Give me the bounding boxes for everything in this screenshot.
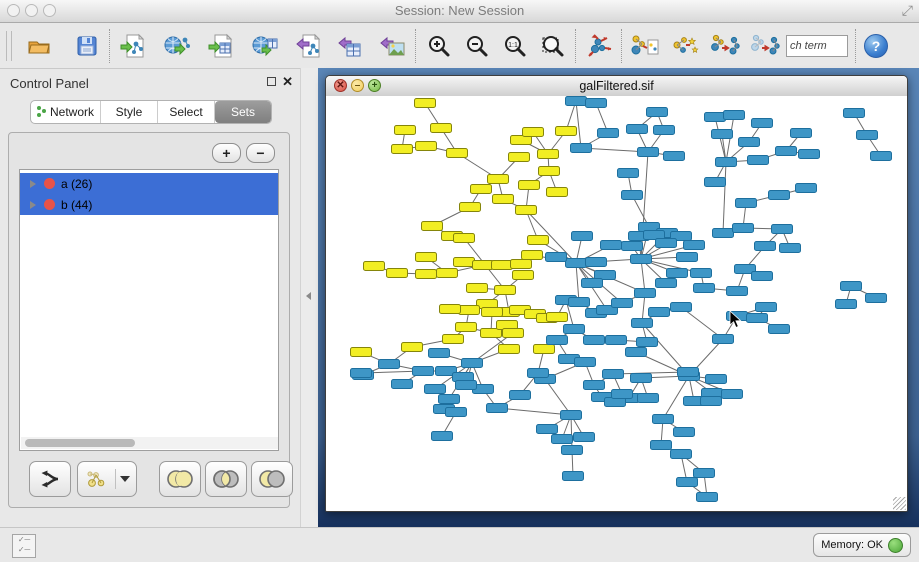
help-icon[interactable]: ?: [864, 34, 888, 58]
control-panel: Control Panel ✕ Network Style Select Set…: [0, 68, 300, 528]
split-sets-button[interactable]: [29, 461, 71, 497]
add-set-button[interactable]: +: [212, 143, 241, 163]
network-tab-icon: [37, 106, 46, 118]
scrollbar-thumb[interactable]: [25, 439, 135, 447]
import-table-database-icon[interactable]: [250, 30, 280, 62]
memory-label: Memory: OK: [821, 539, 883, 551]
union-button[interactable]: [159, 461, 201, 497]
network-window-title: galFiltered.sif: [326, 79, 907, 93]
task-history-icon[interactable]: ✓─✓─: [12, 534, 36, 558]
status-bar: ✓─✓─ Memory: OK: [0, 527, 919, 562]
tab-select[interactable]: Select: [158, 101, 215, 123]
tab-label: Sets: [231, 105, 255, 119]
tab-label: Select: [169, 105, 202, 119]
tab-sets[interactable]: Sets: [215, 101, 271, 123]
union-icon: [165, 467, 195, 491]
zoom-selected-icon[interactable]: [538, 30, 568, 62]
set-color-icon: [44, 199, 55, 210]
control-panel-tabs: Network Style Select Sets: [30, 100, 272, 124]
control-panel-title: Control Panel: [10, 76, 89, 91]
import-table-file-icon[interactable]: [206, 30, 236, 62]
panel-splitter[interactable]: [300, 68, 319, 528]
collapse-arrow-icon[interactable]: [306, 292, 311, 300]
main-toolbar: 1:1 ?: [0, 23, 919, 68]
set-row-a[interactable]: a (26): [20, 173, 278, 194]
dropdown-arrow-icon: [120, 476, 130, 482]
apply-layout-icon[interactable]: [584, 30, 614, 62]
fullscreen-icon[interactable]: ⤢: [902, 2, 913, 19]
cytoscape-window: Session: New Session ⤢: [0, 0, 919, 562]
save-session-icon[interactable]: [72, 30, 102, 62]
sets-panel: + − a (26) b (44): [8, 132, 290, 508]
network-graph[interactable]: [326, 96, 907, 512]
set-row-b[interactable]: b (44): [20, 194, 278, 215]
disclosure-triangle-icon[interactable]: [30, 201, 36, 209]
import-network-database-icon[interactable]: [162, 30, 192, 62]
export-image-icon[interactable]: [378, 30, 408, 62]
select-nodes-icon[interactable]: [670, 30, 700, 62]
import-network-file-icon[interactable]: [118, 30, 148, 62]
group-selection-icon[interactable]: [630, 30, 660, 62]
toolbar-grip[interactable]: [6, 31, 12, 61]
export-network-icon[interactable]: [294, 30, 324, 62]
network-window-titlebar[interactable]: ✕ – + galFiltered.sif: [326, 76, 907, 97]
zoom-out-icon[interactable]: [462, 30, 492, 62]
export-table-icon[interactable]: [336, 30, 366, 62]
resize-grip[interactable]: [893, 497, 906, 510]
open-session-icon[interactable]: [24, 30, 54, 62]
difference-icon: [257, 467, 287, 491]
close-panel-icon[interactable]: ✕: [282, 74, 293, 90]
create-set-dropdown-button[interactable]: [77, 461, 137, 497]
split-arrows-icon: [38, 468, 62, 490]
memory-ok-icon: [888, 538, 903, 553]
network-canvas[interactable]: [326, 96, 907, 511]
tab-network[interactable]: Network: [31, 101, 101, 123]
network-view-window: ✕ – + galFiltered.sif: [325, 75, 908, 512]
network-desktop: ✕ – + galFiltered.sif: [318, 68, 919, 528]
zoom-in-icon[interactable]: [424, 30, 454, 62]
window-title: Session: New Session: [0, 3, 919, 18]
sets-toolbar: [9, 461, 289, 497]
remove-set-button[interactable]: −: [246, 143, 275, 163]
set-color-icon: [44, 178, 55, 189]
difference-button[interactable]: [251, 461, 293, 497]
control-panel-header: Control Panel ✕: [0, 68, 300, 97]
tab-label: Network: [50, 105, 94, 119]
zoom-one-to-one-icon[interactable]: 1:1: [500, 30, 530, 62]
svg-text:1:1: 1:1: [508, 42, 518, 49]
network-difference-icon[interactable]: [750, 30, 780, 62]
set-label: b (44): [61, 198, 92, 212]
set-label: a (26): [61, 177, 92, 191]
content-area: Control Panel ✕ Network Style Select Set…: [0, 68, 919, 528]
intersection-icon: [211, 467, 241, 491]
yellow-network-icon: [85, 468, 111, 490]
merge-networks-icon[interactable]: [710, 30, 740, 62]
tab-style[interactable]: Style: [101, 101, 158, 123]
tab-label: Style: [116, 105, 143, 119]
memory-button[interactable]: Memory: OK: [813, 533, 911, 557]
disclosure-triangle-icon[interactable]: [30, 180, 36, 188]
sets-list: a (26) b (44): [19, 169, 279, 451]
intersection-button[interactable]: [205, 461, 247, 497]
horizontal-scrollbar[interactable]: [21, 437, 279, 449]
float-panel-icon[interactable]: [267, 77, 276, 86]
window-titlebar: Session: New Session ⤢: [0, 0, 919, 23]
search-input[interactable]: [786, 35, 848, 57]
